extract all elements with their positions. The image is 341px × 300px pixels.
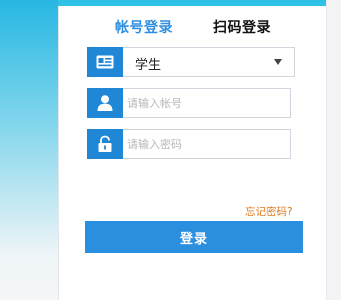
caret-down-icon	[274, 59, 282, 65]
background-left	[0, 0, 58, 300]
tab-account-login[interactable]: 帐号登录	[115, 17, 173, 37]
forgot-password-link[interactable]: 忘记密码?	[245, 204, 293, 219]
password-field	[87, 129, 291, 159]
username-field	[87, 88, 291, 118]
user-icon	[87, 88, 123, 118]
username-input[interactable]	[123, 89, 290, 117]
login-tabs: 帐号登录 扫码登录	[58, 17, 326, 39]
lock-icon	[87, 129, 123, 159]
password-box	[123, 129, 291, 159]
tab-qr-login[interactable]: 扫码登录	[213, 17, 271, 37]
login-button[interactable]: 登录	[85, 221, 303, 253]
username-box	[123, 88, 291, 118]
role-select[interactable]: 学生	[87, 47, 295, 77]
right-edge	[326, 0, 341, 300]
id-card-icon	[87, 47, 123, 77]
role-select-value: 学生	[135, 58, 162, 73]
password-input[interactable]	[123, 130, 290, 158]
role-select-box[interactable]: 学生	[123, 47, 295, 77]
